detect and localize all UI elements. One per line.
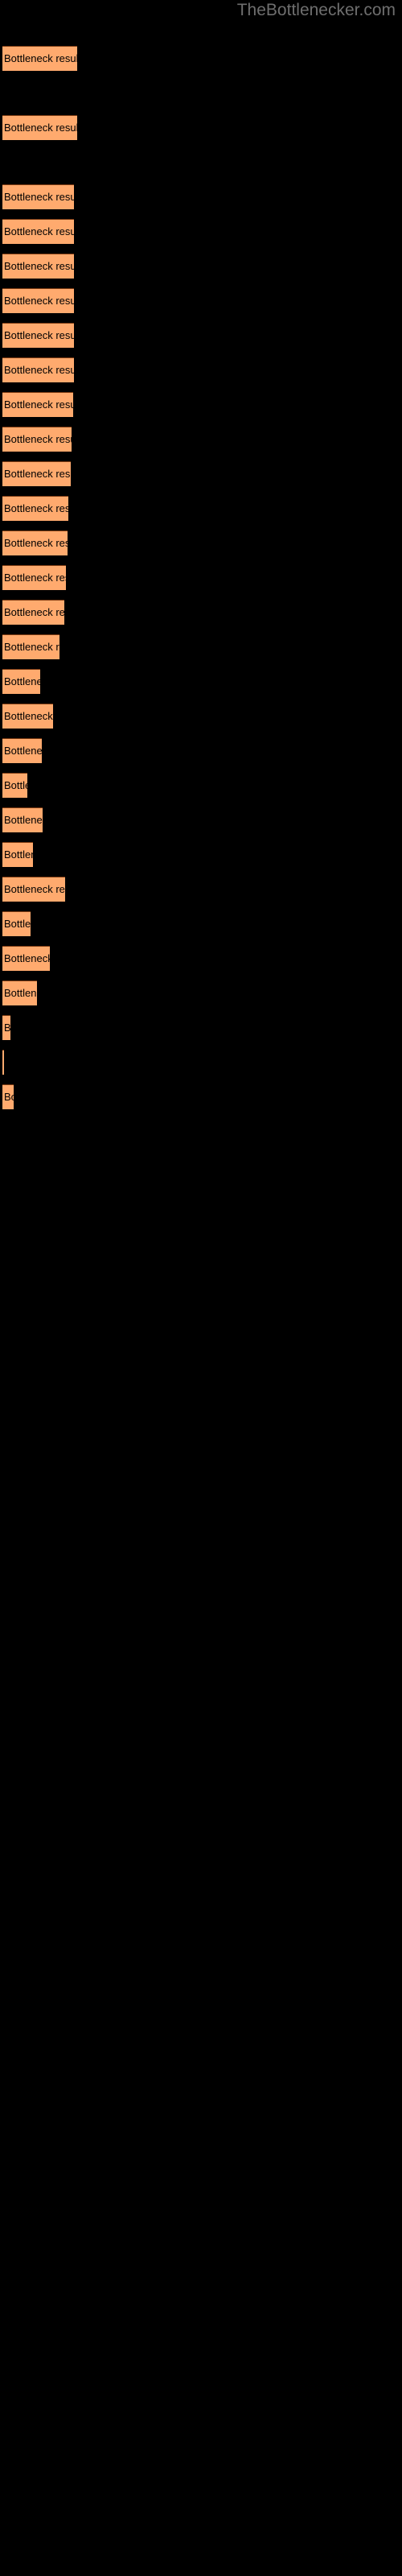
bar-label: Bottleneck result	[4, 814, 43, 826]
bar-label: Bottleneck result	[4, 745, 42, 757]
bar[interactable]: Bottleneck result	[2, 496, 68, 521]
bar-label: Bottleneck result	[4, 675, 40, 687]
bar[interactable]: Bottleneck result	[2, 392, 73, 417]
bar[interactable]: Bottleneck result	[2, 1050, 4, 1075]
bar[interactable]: Bottleneck result	[2, 46, 77, 71]
bar[interactable]: Bottleneck result	[2, 738, 42, 763]
bar[interactable]: Bottleneck result	[2, 1015, 10, 1040]
bar-label: Bottleneck result	[4, 641, 59, 653]
bar-label: Bottleneck result	[4, 848, 33, 861]
bar[interactable]: Bottleneck result	[2, 323, 74, 348]
bar[interactable]: Bottleneck result	[2, 842, 33, 867]
bar[interactable]: Bottleneck result	[2, 773, 27, 798]
bar-label: Bottleneck result	[4, 779, 27, 791]
bar-label: Bottleneck result	[4, 710, 53, 722]
bar-label: Bottleneck result	[4, 398, 73, 411]
bar-series-layer: Bottleneck result Bottleneck result Bottle…	[0, 0, 402, 2576]
bar[interactable]: Bottleneck result	[2, 184, 74, 209]
bar-label: Bottleneck result	[4, 433, 72, 445]
bar[interactable]: Bottleneck result	[2, 530, 68, 555]
bar-label: Bottleneck result	[4, 952, 50, 964]
bar[interactable]: Bottleneck result	[2, 461, 71, 486]
bar-label: Bottleneck result	[4, 572, 66, 584]
bar-label: Bottleneck result	[4, 52, 77, 64]
bar[interactable]: Bottleneck result	[2, 946, 50, 971]
bar-label: Bottleneck result	[4, 987, 37, 999]
bar-label: Bottleneck result	[4, 537, 68, 549]
bar-label: Bottleneck result	[4, 122, 77, 134]
bar-label: Bottleneck result	[4, 468, 71, 480]
bar[interactable]: Bottleneck result	[2, 288, 74, 313]
bar-label: Bottleneck result	[4, 606, 64, 618]
bar[interactable]: Bottleneck result	[2, 704, 53, 729]
bottleneck-bar-chart: TheBottlenecker.com Bottleneck result Bot…	[0, 0, 402, 2576]
bar[interactable]: Bottleneck result	[2, 427, 72, 452]
bar-label: Bottleneck result	[4, 191, 74, 203]
bar-label: Bottleneck result	[4, 502, 68, 514]
bar[interactable]: Bottleneck result	[2, 669, 40, 694]
bar-label: Bottleneck result	[4, 260, 74, 272]
bar[interactable]: Bottleneck result	[2, 115, 77, 140]
bar[interactable]: Bottleneck result	[2, 634, 59, 659]
bar[interactable]: Bottleneck result	[2, 911, 31, 936]
bar-label: Bottleneck result	[4, 364, 74, 376]
bar[interactable]: Bottleneck result	[2, 219, 74, 244]
bar-label: Bottleneck result	[4, 295, 74, 307]
bar-label: Bottleneck result	[4, 918, 31, 930]
bar-label: Bottleneck result	[4, 883, 65, 895]
bar-label: Bottleneck result	[4, 1022, 10, 1034]
bar[interactable]: Bottleneck result	[2, 357, 74, 382]
bar[interactable]: Bottleneck result	[2, 807, 43, 832]
bar[interactable]: Bottleneck result	[2, 1084, 14, 1109]
bar[interactable]: Bottleneck result	[2, 980, 37, 1005]
bar[interactable]: Bottleneck result	[2, 877, 65, 902]
bar-label: Bottleneck result	[4, 1091, 14, 1103]
bar[interactable]: Bottleneck result	[2, 600, 64, 625]
bar-label: Bottleneck result	[4, 329, 74, 341]
bar-label: Bottleneck result	[4, 225, 74, 237]
bar[interactable]: Bottleneck result	[2, 254, 74, 279]
bar[interactable]: Bottleneck result	[2, 565, 66, 590]
